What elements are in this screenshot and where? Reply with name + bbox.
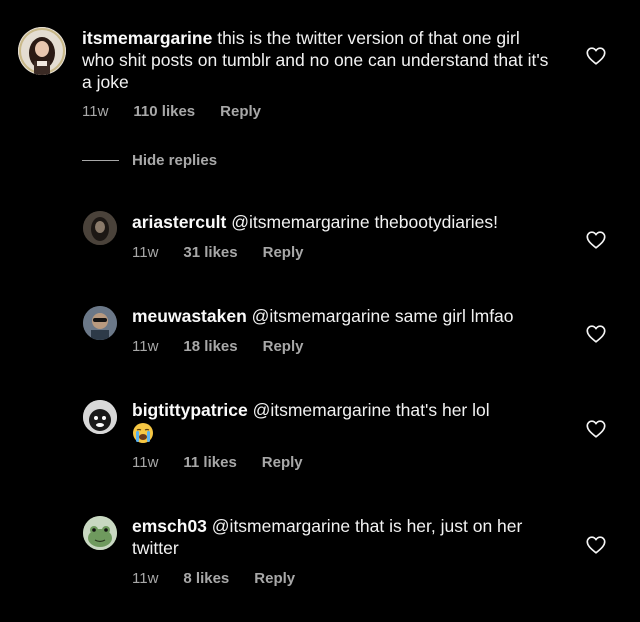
likes-count[interactable]: 18 likes xyxy=(183,338,237,355)
comment-meta: 11w 8 likes Reply xyxy=(132,570,320,587)
comment-body: thebootydiaries! xyxy=(369,212,499,232)
username[interactable]: meuwastaken xyxy=(132,306,247,326)
likes-count[interactable]: 110 likes xyxy=(133,103,195,120)
comment-text: ariastercult @itsmemargarine thebootydia… xyxy=(132,211,572,233)
timestamp: 11w xyxy=(132,338,159,355)
reply-button[interactable]: Reply xyxy=(254,570,295,587)
comment-body: same girl lmfao xyxy=(390,306,514,326)
heart-icon[interactable] xyxy=(585,418,607,440)
timestamp: 11w xyxy=(132,244,159,261)
username[interactable]: itsmemargarine xyxy=(82,28,212,48)
heart-icon[interactable] xyxy=(585,229,607,251)
comment-text: emsch03 @itsmemargarine that is her, jus… xyxy=(132,515,572,559)
comment-body: that's her lol xyxy=(390,400,490,420)
likes-count[interactable]: 31 likes xyxy=(183,244,237,261)
comment-text: itsmemargarine this is the twitter versi… xyxy=(82,27,552,93)
mention-link[interactable]: @itsmemargarine xyxy=(212,516,350,536)
avatar[interactable] xyxy=(83,211,117,245)
timestamp: 11w xyxy=(132,570,159,587)
avatar[interactable] xyxy=(83,400,117,434)
comment-meta: 11w 11 likes Reply xyxy=(132,454,328,471)
reply-button[interactable]: Reply xyxy=(263,244,304,261)
loudly-crying-face-emoji xyxy=(132,422,154,444)
mention-link[interactable]: @itsmemargarine xyxy=(231,212,369,232)
reply-button[interactable]: Reply xyxy=(263,338,304,355)
reply-button[interactable]: Reply xyxy=(220,103,261,120)
comment-meta: 11w 18 likes Reply xyxy=(132,338,328,355)
mention-link[interactable]: @itsmemargarine xyxy=(252,306,390,326)
hide-replies-button[interactable]: Hide replies xyxy=(82,152,217,169)
likes-count[interactable]: 11 likes xyxy=(183,454,236,471)
username[interactable]: emsch03 xyxy=(132,516,207,536)
avatar[interactable] xyxy=(83,306,117,340)
username[interactable]: bigtittypatrice xyxy=(132,400,248,420)
divider-line xyxy=(82,160,119,161)
mention-link[interactable]: @itsmemargarine xyxy=(253,400,391,420)
reply-button[interactable]: Reply xyxy=(262,454,303,471)
hide-replies-label: Hide replies xyxy=(132,152,218,169)
timestamp: 11w xyxy=(132,454,159,471)
username[interactable]: ariastercult xyxy=(132,212,226,232)
heart-icon[interactable] xyxy=(585,323,607,345)
comment-text: bigtittypatrice @itsmemargarine that's h… xyxy=(132,399,572,444)
heart-icon[interactable] xyxy=(585,534,607,556)
comment-meta: 11w 31 likes Reply xyxy=(132,244,328,261)
comment-meta: 11w 110 likes Reply xyxy=(82,103,286,120)
likes-count[interactable]: 8 likes xyxy=(183,570,229,587)
heart-icon[interactable] xyxy=(585,45,607,67)
avatar[interactable] xyxy=(18,27,66,75)
avatar[interactable] xyxy=(83,516,117,550)
comment-text: meuwastaken @itsmemargarine same girl lm… xyxy=(132,305,572,327)
timestamp: 11w xyxy=(82,103,109,120)
